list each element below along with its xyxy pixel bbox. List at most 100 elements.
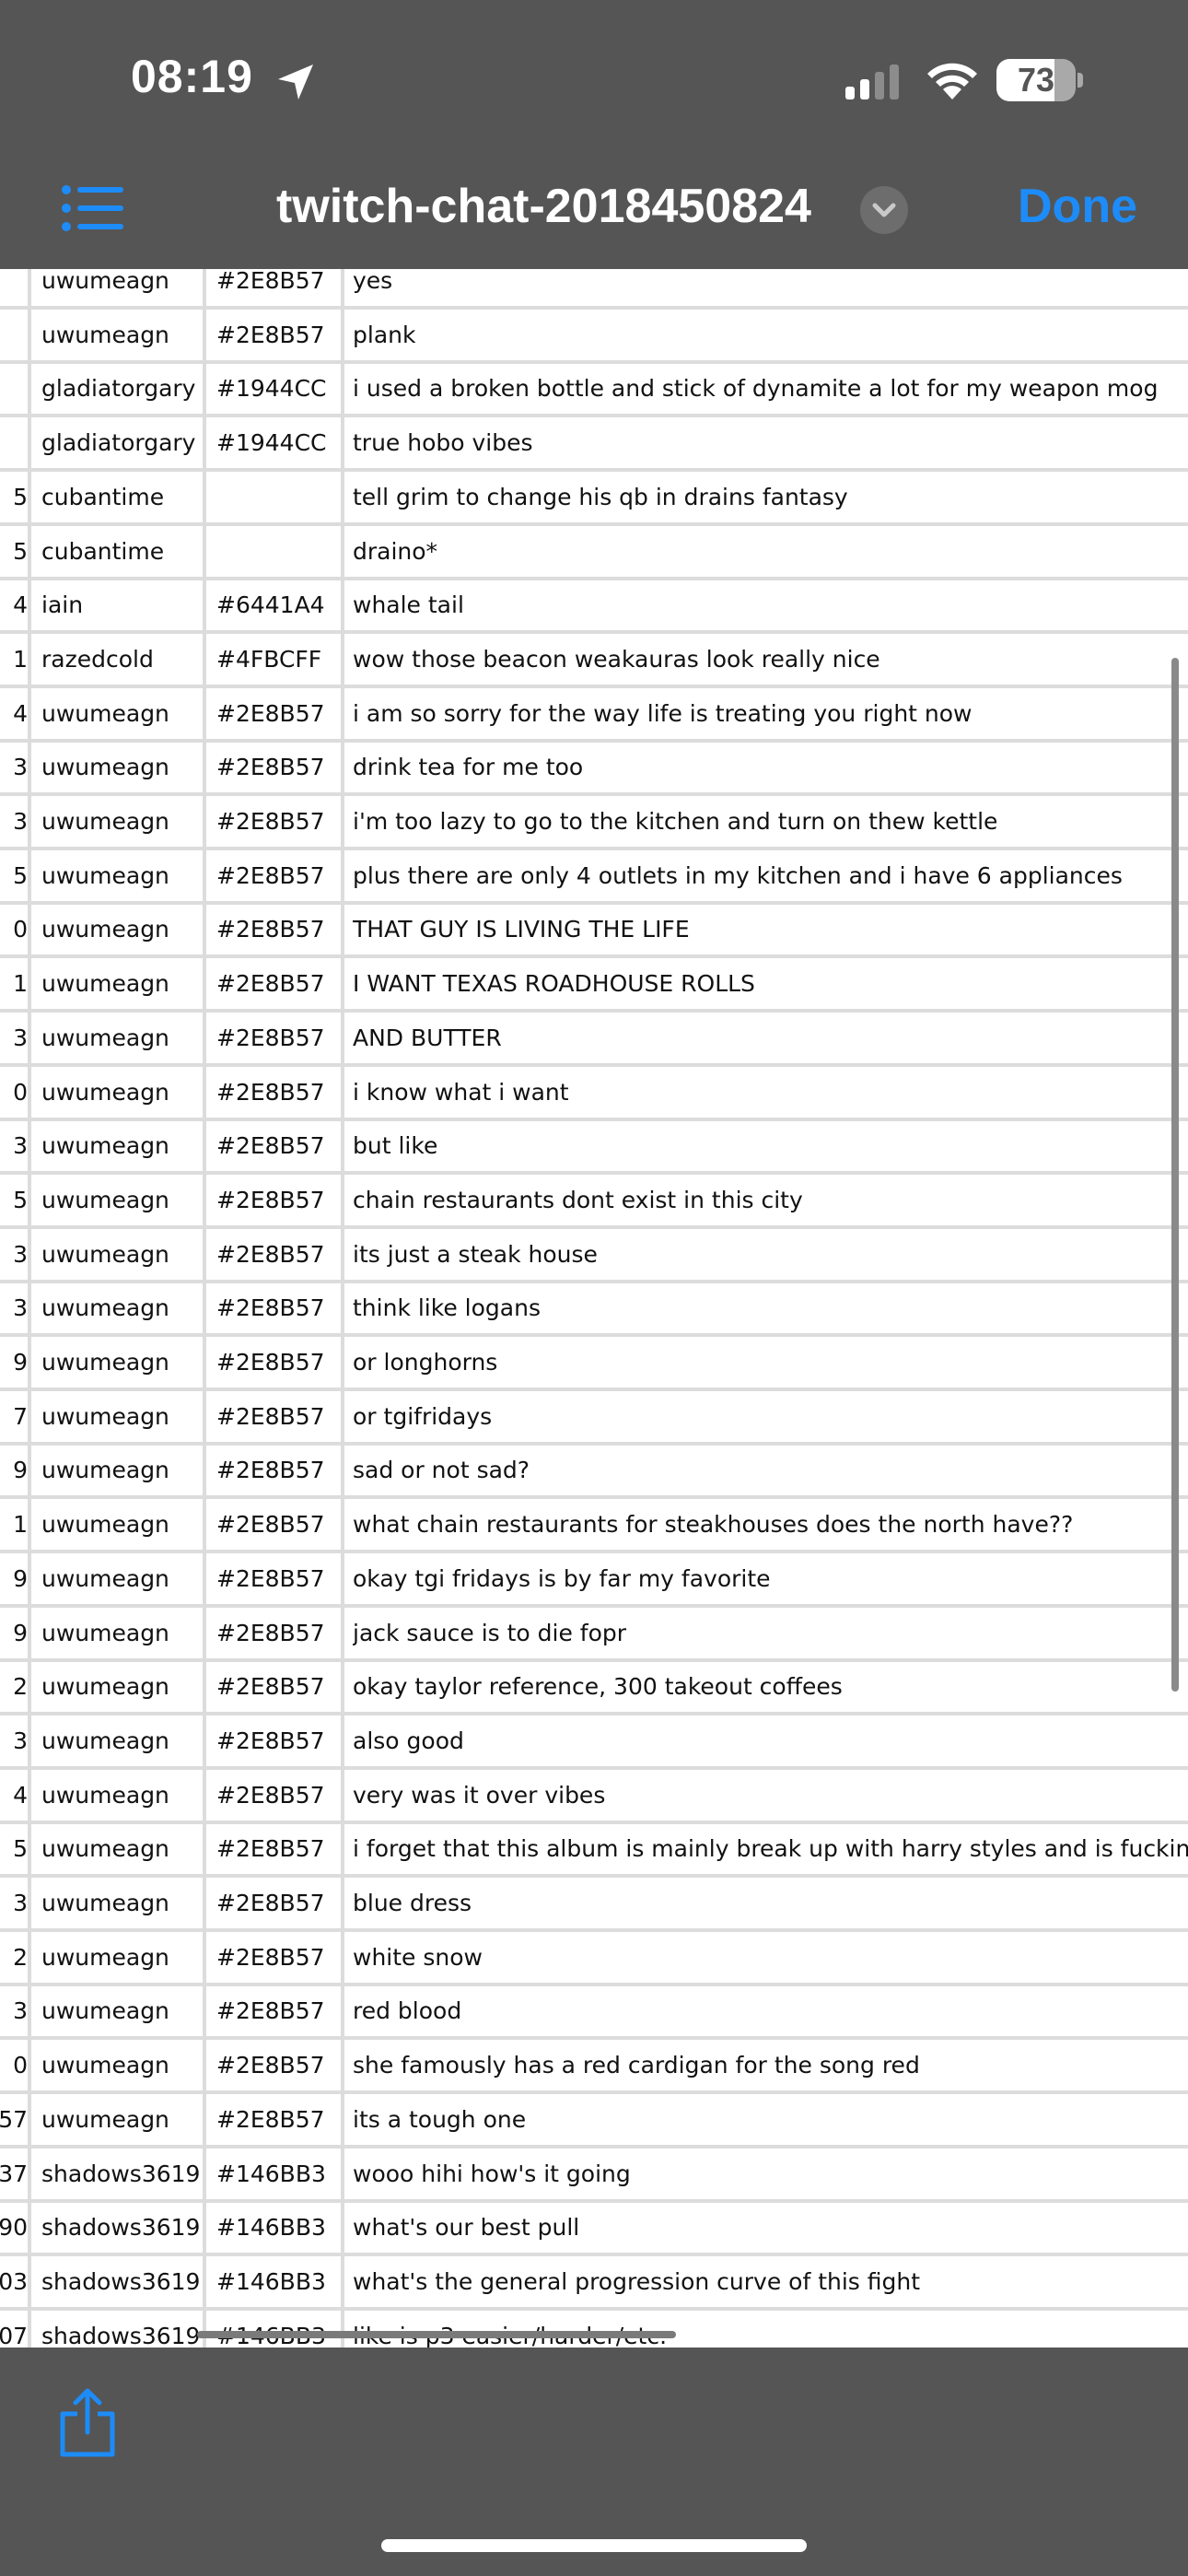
message-cell[interactable]: tell grim to change his qb in drains fan… xyxy=(353,472,1188,522)
color-cell[interactable]: #2E8B57 xyxy=(216,1175,341,1225)
color-cell[interactable]: #2E8B57 xyxy=(216,1932,341,1983)
color-cell[interactable]: #2E8B57 xyxy=(216,1337,341,1388)
row-index-cell[interactable]: 1 xyxy=(0,958,28,1009)
table-row[interactable]: 0 uwumeagn #2E8B57 THAT GUY IS LIVING THE L… xyxy=(0,904,1188,958)
message-cell[interactable]: white snow xyxy=(353,1932,1188,1983)
table-row[interactable]: 3 uwumeagn #2E8B57 i'm too lazy to go to th… xyxy=(0,796,1188,850)
table-row[interactable]: 3 uwumeagn #2E8B57 its just a steak house xyxy=(0,1229,1188,1283)
table-row[interactable]: 4 uwumeagn #2E8B57 very was it over vibes xyxy=(0,1770,1188,1824)
color-cell[interactable] xyxy=(216,526,341,577)
username-cell[interactable]: iain xyxy=(41,580,203,630)
row-index-cell[interactable]: 9 xyxy=(0,1608,28,1658)
row-index-cell[interactable] xyxy=(0,269,28,306)
color-cell[interactable]: #2E8B57 xyxy=(216,850,341,901)
username-cell[interactable]: uwumeagn xyxy=(41,1985,203,2036)
row-index-cell[interactable]: 7 xyxy=(0,1391,28,1442)
color-cell[interactable]: #2E8B57 xyxy=(216,1823,341,1874)
table-row[interactable]: 7 uwumeagn #2E8B57 or tgifridays xyxy=(0,1391,1188,1446)
username-cell[interactable]: uwumeagn xyxy=(41,904,203,954)
color-cell[interactable]: #146BB3 xyxy=(216,2311,341,2348)
message-cell[interactable]: what chain restaurants for steakhouses d… xyxy=(353,1499,1188,1550)
row-index-cell[interactable]: 07 xyxy=(0,2311,28,2348)
table-row[interactable]: 3 uwumeagn #2E8B57 but like xyxy=(0,1120,1188,1175)
row-index-cell[interactable]: 57 xyxy=(0,2094,28,2145)
row-index-cell[interactable] xyxy=(0,363,28,414)
username-cell[interactable]: uwumeagn xyxy=(41,742,203,792)
username-cell[interactable]: uwumeagn xyxy=(41,1823,203,1874)
message-cell[interactable]: okay tgi fridays is by far my favorite xyxy=(353,1553,1188,1604)
table-row[interactable]: 0 uwumeagn #2E8B57 i know what i want xyxy=(0,1067,1188,1121)
username-cell[interactable]: razedcold xyxy=(41,634,203,685)
table-row[interactable]: 90 shadows3619 #146BB3 what's our best pull xyxy=(0,2202,1188,2256)
spreadsheet-view[interactable]: 07shadows3619#146BB3like is p3 easier/ha… xyxy=(0,269,1188,2348)
username-cell[interactable]: shadows3619 xyxy=(41,2311,203,2348)
username-cell[interactable]: uwumeagn xyxy=(41,1445,203,1495)
row-index-cell[interactable]: 90 xyxy=(0,2202,28,2253)
document-title[interactable]: twitch-chat-2018450824 xyxy=(276,179,811,234)
color-cell[interactable]: #2E8B57 xyxy=(216,1715,341,1766)
color-cell[interactable]: #2E8B57 xyxy=(216,1553,341,1604)
row-index-cell[interactable]: 0 xyxy=(0,1067,28,1118)
color-cell[interactable]: #2E8B57 xyxy=(216,958,341,1009)
color-cell[interactable]: #2E8B57 xyxy=(216,1608,341,1658)
message-cell[interactable]: she famously has a red cardigan for the … xyxy=(353,2040,1188,2090)
table-row[interactable]: 9 uwumeagn #2E8B57 sad or not sad? xyxy=(0,1445,1188,1499)
username-cell[interactable]: uwumeagn xyxy=(41,1932,203,1983)
row-index-cell[interactable]: 4 xyxy=(0,580,28,630)
row-index-cell[interactable]: 5 xyxy=(0,1175,28,1225)
message-cell[interactable]: drink tea for me too xyxy=(353,742,1188,792)
row-index-cell[interactable]: 2 xyxy=(0,1932,28,1983)
row-index-cell[interactable]: 4 xyxy=(0,688,28,739)
chevron-down-icon[interactable] xyxy=(860,186,908,234)
color-cell[interactable]: #2E8B57 xyxy=(216,1661,341,1712)
color-cell[interactable]: #2E8B57 xyxy=(216,1391,341,1442)
color-cell[interactable]: #146BB3 xyxy=(216,2256,341,2307)
username-cell[interactable]: uwumeagn xyxy=(41,1175,203,1225)
row-index-cell[interactable]: 1 xyxy=(0,1499,28,1550)
message-cell[interactable]: draino* xyxy=(353,526,1188,577)
color-cell[interactable]: #2E8B57 xyxy=(216,742,341,792)
message-cell[interactable]: whale tail xyxy=(353,580,1188,630)
message-cell[interactable]: yes xyxy=(353,269,1188,306)
table-row[interactable]: gladiatorgary #1944CC i used a broken bott… xyxy=(0,363,1188,417)
row-index-cell[interactable]: 5 xyxy=(0,1823,28,1874)
color-cell[interactable]: #2E8B57 xyxy=(216,1878,341,1928)
username-cell[interactable]: uwumeagn xyxy=(41,1878,203,1928)
table-row[interactable]: 03 shadows3619 #146BB3 what's the general p… xyxy=(0,2256,1188,2311)
message-cell[interactable]: plank xyxy=(353,310,1188,360)
row-index-cell[interactable]: 0 xyxy=(0,2040,28,2090)
row-index-cell[interactable]: 37 xyxy=(0,2149,28,2199)
table-row[interactable]: 4 iain #6441A4 whale tail xyxy=(0,580,1188,634)
username-cell[interactable]: uwumeagn xyxy=(41,1553,203,1604)
row-index-cell[interactable]: 3 xyxy=(0,1715,28,1766)
table-row[interactable]: 1 razedcold #4FBCFF wow those beacon weakau… xyxy=(0,634,1188,688)
username-cell[interactable]: uwumeagn xyxy=(41,1770,203,1821)
username-cell[interactable]: uwumeagn xyxy=(41,2040,203,2090)
table-row[interactable]: 57 uwumeagn #2E8B57 its a tough one xyxy=(0,2094,1188,2149)
username-cell[interactable]: uwumeagn xyxy=(41,310,203,360)
table-row[interactable]: 3 uwumeagn #2E8B57 also good xyxy=(0,1715,1188,1770)
username-cell[interactable]: uwumeagn xyxy=(41,796,203,847)
done-button[interactable]: Done xyxy=(1018,179,1137,234)
table-row[interactable]: gladiatorgary #1944CC true hobo vibes xyxy=(0,417,1188,472)
color-cell[interactable]: #2E8B57 xyxy=(216,1067,341,1118)
username-cell[interactable]: uwumeagn xyxy=(41,958,203,1009)
row-index-cell[interactable]: 0 xyxy=(0,904,28,954)
color-cell[interactable]: #2E8B57 xyxy=(216,796,341,847)
color-cell[interactable]: #2E8B57 xyxy=(216,1013,341,1063)
username-cell[interactable]: uwumeagn xyxy=(41,688,203,739)
message-cell[interactable]: or longhorns xyxy=(353,1337,1188,1388)
row-index-cell[interactable]: 5 xyxy=(0,472,28,522)
message-cell[interactable]: also good xyxy=(353,1715,1188,1766)
message-cell[interactable]: okay taylor reference, 300 takeout coffe… xyxy=(353,1661,1188,1712)
color-cell[interactable]: #146BB3 xyxy=(216,2149,341,2199)
row-index-cell[interactable]: 3 xyxy=(0,742,28,792)
table-row[interactable]: 3 uwumeagn #2E8B57 drink tea for me too xyxy=(0,742,1188,796)
username-cell[interactable]: uwumeagn xyxy=(41,1608,203,1658)
row-index-cell[interactable]: 9 xyxy=(0,1553,28,1604)
message-cell[interactable]: jack sauce is to die fopr xyxy=(353,1608,1188,1658)
username-cell[interactable]: uwumeagn xyxy=(41,1229,203,1280)
color-cell[interactable]: #4FBCFF xyxy=(216,634,341,685)
message-cell[interactable]: AND BUTTER xyxy=(353,1013,1188,1063)
username-cell[interactable]: uwumeagn xyxy=(41,2094,203,2145)
